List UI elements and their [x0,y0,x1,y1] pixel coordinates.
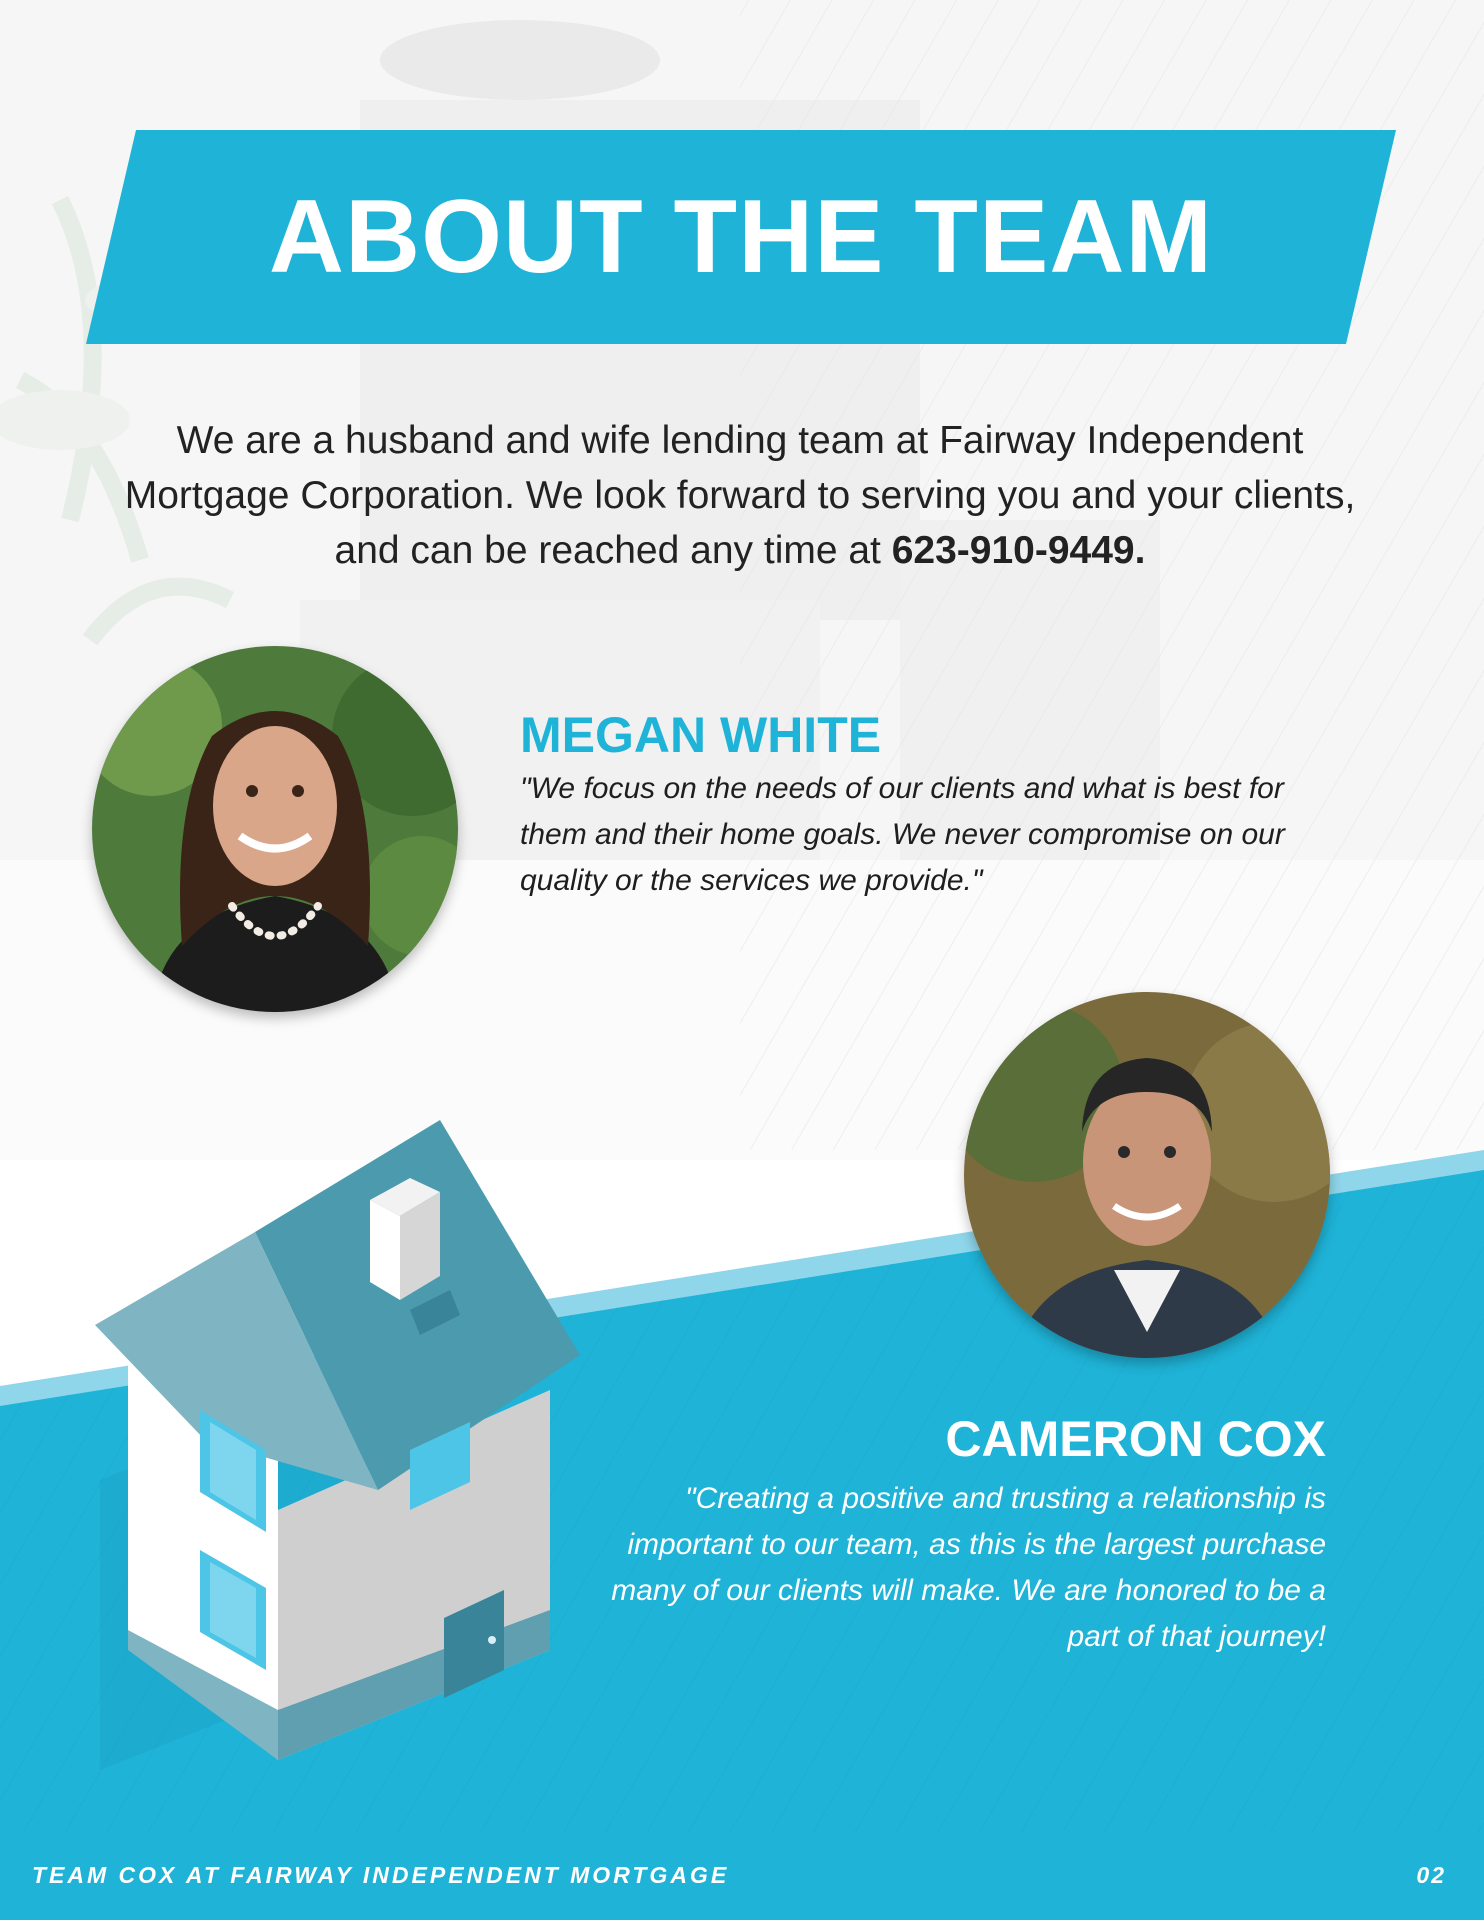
megan-white-photo [92,646,458,1012]
intro-paragraph: We are a husband and wife lending team a… [90,413,1390,578]
megan-white-quote: "We focus on the needs of our clients an… [520,772,1285,897]
cameron-cox-quote: "Creating a positive and trusting a rela… [611,1482,1326,1653]
phone-number: 623-910-9449. [891,529,1146,572]
house-illustration [95,1120,580,1770]
cameron-cox-photo [964,992,1330,1358]
cameron-cox-name: CAMERON COX [945,1411,1326,1467]
intro-text: We are a husband and wife lending team a… [124,419,1356,572]
title-banner: ABOUT THE TEAM [86,130,1396,344]
page-footer: TEAM COX AT FAIRWAY INDEPENDENT MORTGAGE… [0,1832,1484,1920]
cameron-cox-profile: CAMERON COX "Creating a positive and tru… [560,1410,1326,1660]
megan-white-profile: MEGAN WHITE "We focus on the needs of ou… [520,706,1340,904]
page-title: ABOUT THE TEAM [268,178,1214,295]
page-number: 02 [1416,1862,1446,1888]
megan-white-name: MEGAN WHITE [520,707,882,763]
footer-team-name: TEAM COX AT FAIRWAY INDEPENDENT MORTGAGE [32,1862,730,1888]
